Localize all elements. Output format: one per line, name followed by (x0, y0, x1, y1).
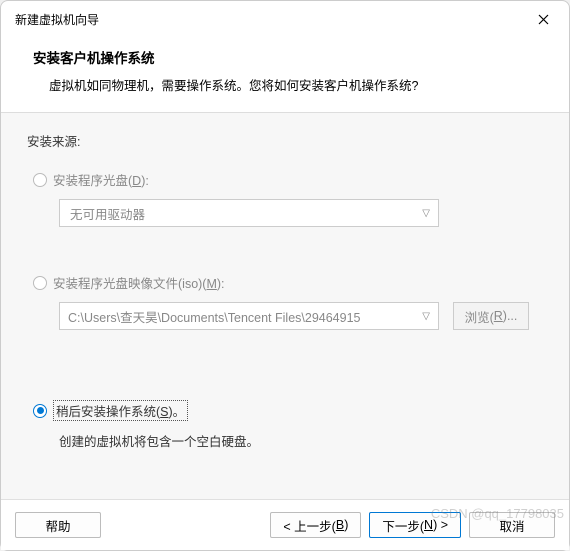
cancel-button[interactable]: 取消 (469, 512, 555, 538)
label-pre: 下一步( (382, 516, 424, 535)
label-pre: 稍后安装操作系统( (56, 405, 160, 419)
chevron-down-icon: ▽ (422, 208, 430, 219)
chevron-down-icon: ▽ (422, 311, 430, 322)
label-key: S (160, 405, 168, 419)
radio-label-iso: 安装程序光盘映像文件(iso)(M): (53, 273, 225, 292)
label-pre: 浏览( (465, 307, 494, 326)
label-key: M (206, 277, 216, 291)
label-post: )。 (169, 405, 186, 419)
page-subtext: 虚拟机如同物理机，需要操作系统。您将如何安装客户机操作系统? (33, 75, 541, 94)
iso-path-value: C:\Users\查天昊\Documents\Tencent Files\294… (68, 307, 361, 326)
radio-label-later: 稍后安装操作系统(S)。 (53, 400, 188, 421)
option-install-iso: 安装程序光盘映像文件(iso)(M): C:\Users\查天昊\Documen… (27, 273, 543, 330)
help-button[interactable]: 帮助 (15, 512, 101, 538)
label-post: )... (503, 309, 518, 323)
wizard-window: 新建虚拟机向导 安装客户机操作系统 虚拟机如同物理机，需要操作系统。您将如何安装… (0, 0, 570, 551)
content-panel: 安装来源: 安装程序光盘(D): 无可用驱动器 ▽ 安装程序光盘映像文件(iso… (1, 113, 569, 500)
radio-label-disc: 安装程序光盘(D): (53, 170, 149, 189)
radio-icon (33, 276, 47, 290)
label-pre: 安装程序光盘( (53, 174, 132, 188)
label-pre: 安装程序光盘映像文件(iso)( (53, 277, 206, 291)
footer: 帮助 < 上一步(B) 下一步(N) > 取消 (1, 500, 569, 550)
label-post: ): (141, 174, 149, 188)
option-install-disc: 安装程序光盘(D): 无可用驱动器 ▽ (27, 170, 543, 227)
label-pre: < 上一步( (283, 516, 335, 535)
dropdown-value: 无可用驱动器 (70, 204, 145, 223)
iso-path-input[interactable]: C:\Users\查天昊\Documents\Tencent Files\294… (59, 302, 439, 330)
close-icon[interactable] (529, 7, 557, 31)
header-panel: 安装客户机操作系统 虚拟机如同物理机，需要操作系统。您将如何安装客户机操作系统? (1, 33, 569, 113)
radio-row-later[interactable]: 稍后安装操作系统(S)。 (27, 400, 543, 421)
label-key: N (424, 518, 433, 532)
label-key: D (132, 174, 141, 188)
next-button[interactable]: 下一步(N) > (369, 512, 461, 538)
label-key: B (336, 518, 344, 532)
label-post: ) > (433, 518, 448, 532)
label-post: ): (217, 277, 225, 291)
radio-row-iso[interactable]: 安装程序光盘映像文件(iso)(M): (27, 273, 543, 292)
radio-icon (33, 173, 47, 187)
window-title: 新建虚拟机向导 (15, 11, 99, 28)
radio-row-disc[interactable]: 安装程序光盘(D): (27, 170, 543, 189)
option-install-later: 稍后安装操作系统(S)。 创建的虚拟机将包含一个空白硬盘。 (27, 400, 543, 450)
iso-file-row: C:\Users\查天昊\Documents\Tencent Files\294… (59, 302, 543, 330)
radio-icon (33, 404, 47, 418)
label-post: ) (344, 518, 348, 532)
titlebar: 新建虚拟机向导 (1, 1, 569, 33)
later-desc: 创建的虚拟机将包含一个空白硬盘。 (59, 431, 543, 450)
section-label: 安装来源: (27, 131, 543, 150)
page-title: 安装客户机操作系统 (33, 47, 541, 67)
browse-button[interactable]: 浏览(R)... (453, 302, 529, 330)
disc-drive-dropdown[interactable]: 无可用驱动器 ▽ (59, 199, 439, 227)
back-button[interactable]: < 上一步(B) (270, 512, 361, 538)
label-key: R (494, 309, 503, 323)
